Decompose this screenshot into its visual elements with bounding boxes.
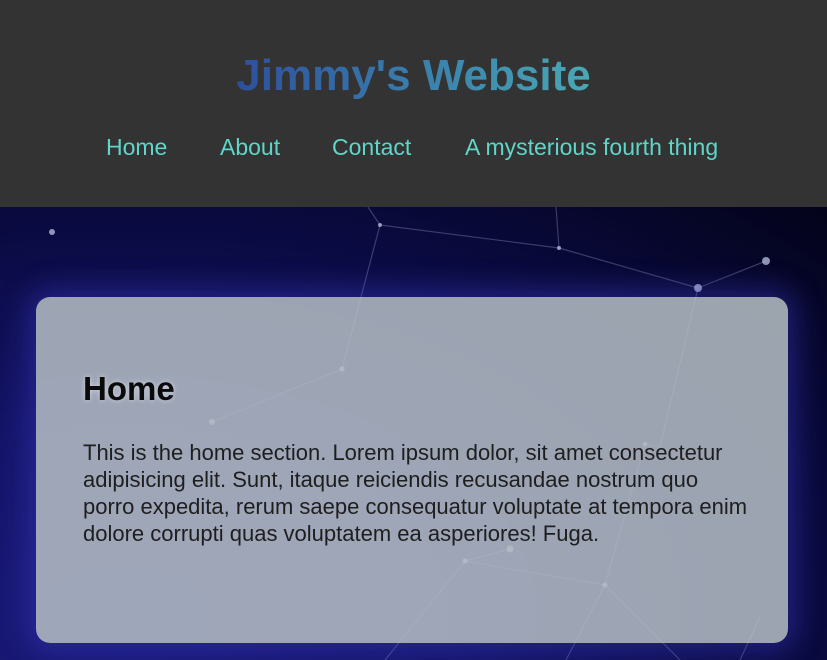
main-nav: Home About Contact A mysterious fourth t… <box>0 132 827 162</box>
section-title: Home <box>83 370 175 407</box>
home-section-card: Home This is the home section. Lorem ips… <box>36 297 788 643</box>
nav-link-home[interactable]: Home <box>106 132 167 162</box>
nav-link-about[interactable]: About <box>220 132 280 162</box>
site-header: Jimmy's Website Home About Contact A mys… <box>0 0 827 207</box>
section-body-text: This is the home section. Lorem ipsum do… <box>83 440 748 546</box>
site-title-text: Jimmy's Website <box>236 51 591 100</box>
nav-link-mysterious-fourth-thing[interactable]: A mysterious fourth thing <box>465 132 718 162</box>
site-title: Jimmy's Website <box>0 48 827 104</box>
hero-background: Home This is the home section. Lorem ips… <box>0 207 827 660</box>
nav-link-contact[interactable]: Contact <box>332 132 411 162</box>
